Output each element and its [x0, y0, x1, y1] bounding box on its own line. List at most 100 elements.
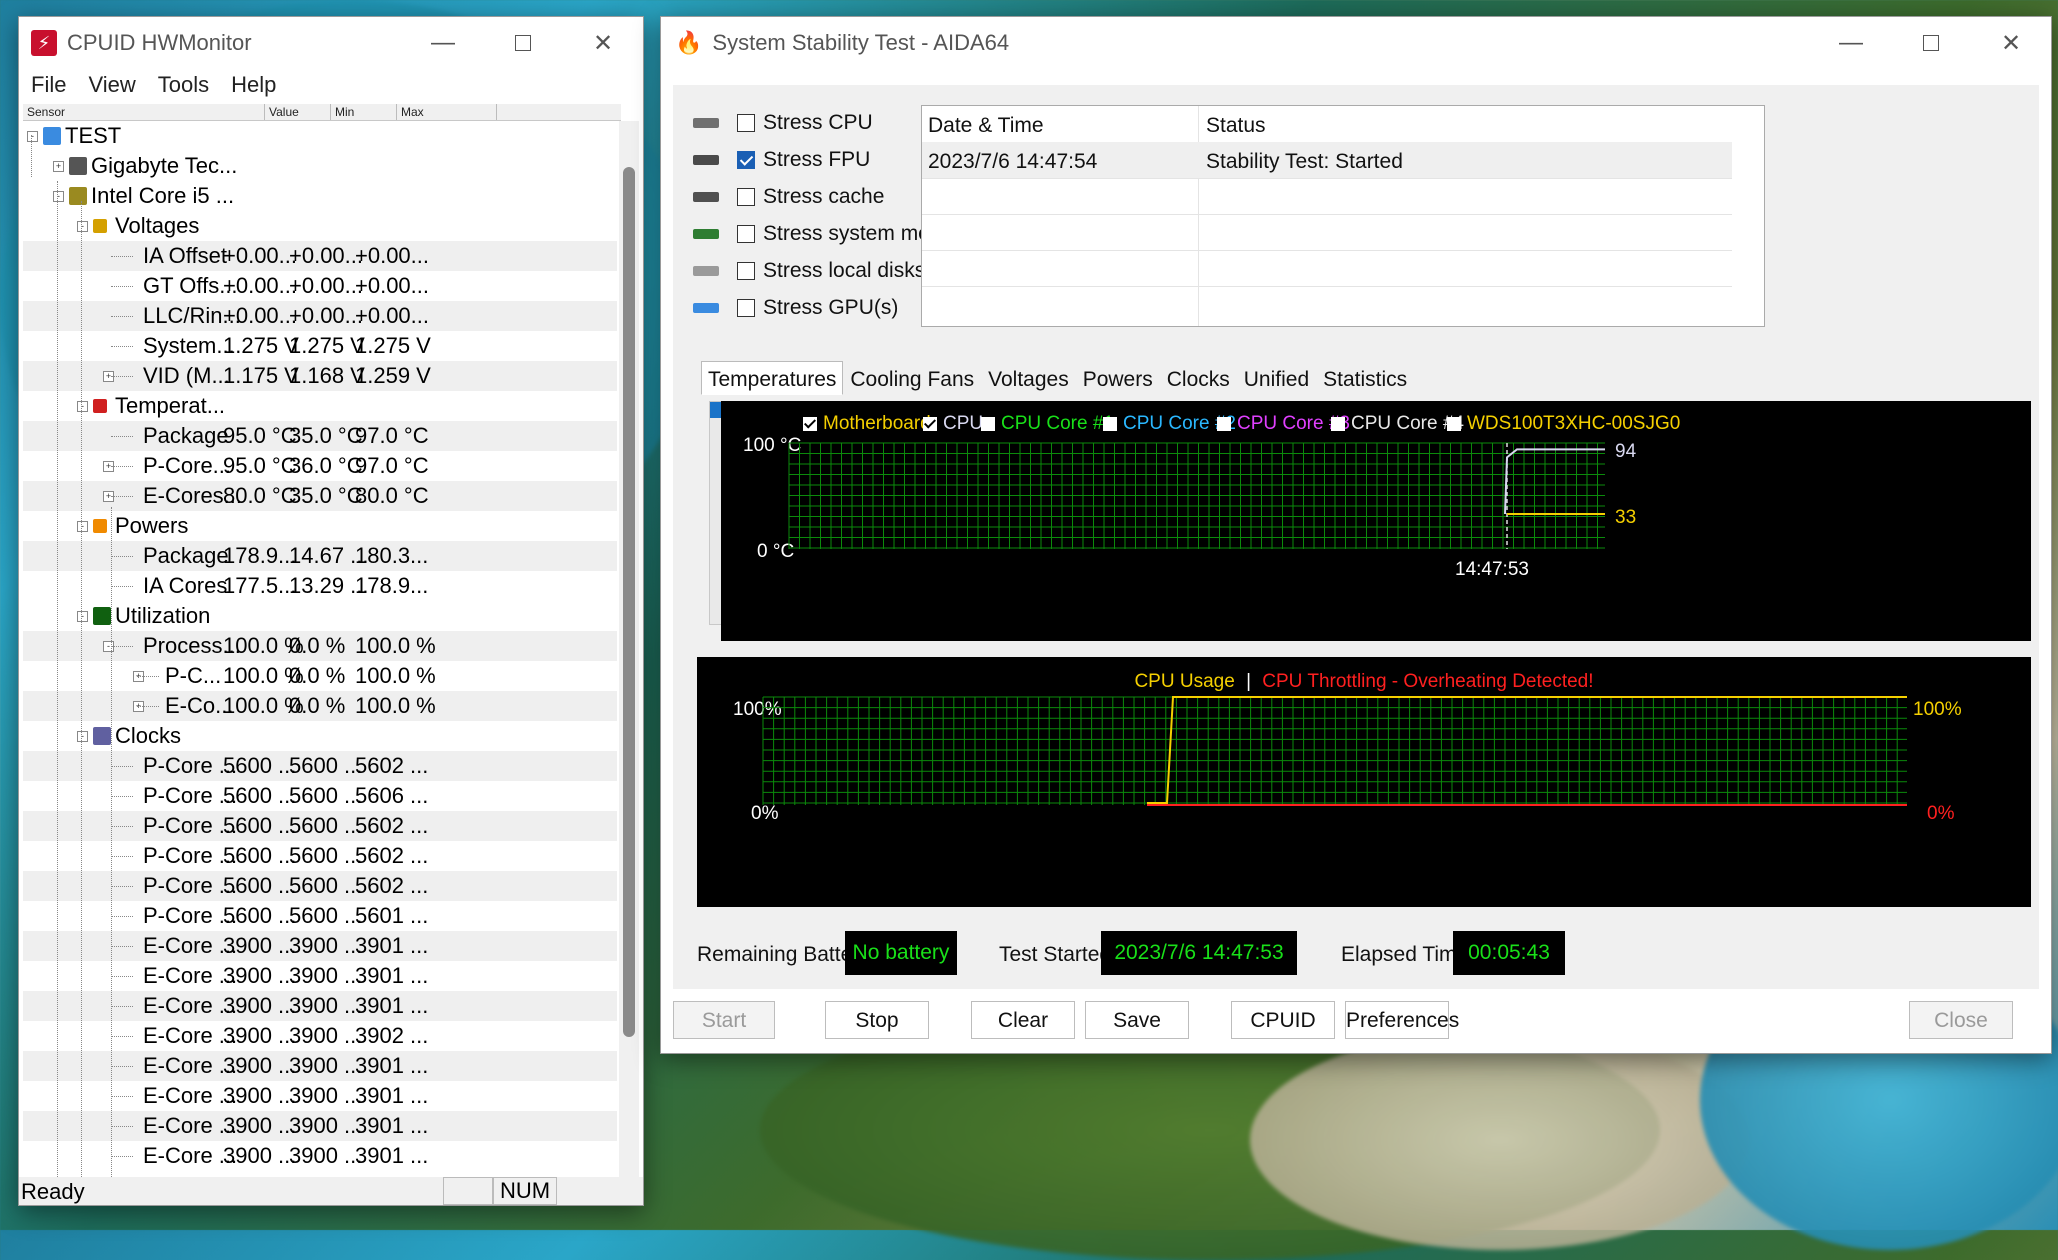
aida64-titlebar[interactable]: 🔥 System Stability Test - AIDA64 — ✕ — [661, 17, 2051, 69]
sensor-row[interactable]: IA Cores 177.5... 13.29 ... 178.9... — [23, 571, 617, 601]
tree-node[interactable]: - Intel Core i5 ... — [23, 181, 617, 211]
sensor-row[interactable]: Package 95.0 °C 35.0 °C 97.0 °C — [23, 421, 617, 451]
header-date-time[interactable]: Date & Time — [928, 114, 1044, 138]
stress-checkbox[interactable] — [737, 114, 755, 132]
tree-node[interactable]: - Clocks — [23, 721, 617, 751]
sensor-max: +0.00... — [355, 303, 430, 328]
tab-unified[interactable]: Unified — [1237, 361, 1316, 395]
hwmonitor-titlebar[interactable]: ⚡ CPUID HWMonitor — ✕ — [19, 17, 643, 69]
sensor-row[interactable]: + P-Core... 95.0 °C 36.0 °C 97.0 °C — [23, 451, 617, 481]
sensor-label: Package — [143, 423, 229, 448]
tree-node[interactable]: - Powers — [23, 511, 617, 541]
sensor-row[interactable]: E-Core ... 3900 ... 3900 ... 3901 ... — [23, 991, 617, 1021]
header-status[interactable]: Status — [1206, 114, 1266, 138]
aida-minimize-button[interactable]: — — [1811, 17, 1891, 69]
maximize-button[interactable] — [483, 17, 563, 69]
tree-node[interactable]: - Temperat... — [23, 391, 617, 421]
sensor-row[interactable]: + P-C... 100.0 % 0.0 % 100.0 % — [23, 661, 617, 691]
stress-checkbox[interactable] — [737, 225, 755, 243]
scrollbar-thumb[interactable] — [623, 167, 635, 1037]
sensor-row[interactable]: P-Core ... 5600 ... 5600 ... 5606 ... — [23, 781, 617, 811]
stress-checkbox[interactable] — [737, 262, 755, 280]
sensor-row[interactable]: E-Core ... 3900 ... 3900 ... 3901 ... — [23, 1141, 617, 1171]
row-status: Stability Test: Started — [1206, 150, 1403, 173]
sensor-row[interactable]: - Process... 100.0 % 0.0 % 100.0 % — [23, 631, 617, 661]
tree-connector — [111, 856, 133, 857]
tree-node[interactable]: - Voltages — [23, 211, 617, 241]
tab-statistics[interactable]: Statistics — [1316, 361, 1414, 395]
sensor-row[interactable]: System... 1.275 V 1.275 V 1.275 V — [23, 331, 617, 361]
collapse-icon[interactable]: - — [27, 131, 38, 142]
sensor-row[interactable]: LLC/Rin... +0.00... +0.00... +0.00... — [23, 301, 617, 331]
column-sensor[interactable]: Sensor — [23, 104, 265, 120]
menu-tools[interactable]: Tools — [158, 72, 209, 98]
column-max[interactable]: Max — [397, 104, 497, 120]
stress-option[interactable]: Stress GPU(s) — [693, 290, 898, 326]
sensor-row[interactable]: E-Core ... 3900 ... 3900 ... 3901 ... — [23, 1051, 617, 1081]
sensor-row[interactable]: GT Offs... +0.00... +0.00... +0.00... — [23, 271, 617, 301]
elapsed-time-value: 00:05:43 — [1453, 931, 1565, 975]
collapse-icon[interactable]: - — [77, 401, 88, 412]
tab-voltages[interactable]: Voltages — [981, 361, 1076, 395]
sensor-row[interactable]: E-Core ... 3900 ... 3900 ... 3901 ... — [23, 931, 617, 961]
sensor-row[interactable]: P-Core ... 5600 ... 5600 ... 5602 ... — [23, 841, 617, 871]
sensor-max: 5602 ... — [355, 873, 429, 898]
menu-file[interactable]: File — [31, 72, 66, 98]
collapse-icon[interactable]: - — [77, 521, 88, 532]
sensor-scrollbar[interactable] — [619, 121, 639, 1189]
sensor-row[interactable]: + E-Cores... 80.0 °C 35.0 °C 80.0 °C — [23, 481, 617, 511]
sensor-row[interactable]: E-Core ... 3900 ... 3900 ... 3902 ... — [23, 1021, 617, 1051]
sensor-row[interactable]: + VID (M... 1.175 V 1.168 V 1.259 V — [23, 361, 617, 391]
tab-cooling-fans[interactable]: Cooling Fans — [843, 361, 981, 395]
close-dialog-button[interactable]: Close — [1909, 1001, 2013, 1039]
collapse-icon[interactable]: - — [77, 611, 88, 622]
sensor-value: 3900 ... — [223, 1053, 297, 1078]
tab-powers[interactable]: Powers — [1076, 361, 1160, 395]
tree-connector — [111, 1066, 133, 1067]
stress-option[interactable]: Stress FPU — [693, 142, 870, 178]
column-min[interactable]: Min — [331, 104, 397, 120]
tree-connector — [111, 256, 133, 257]
clear-button[interactable]: Clear — [971, 1001, 1075, 1039]
sensor-min: 3900 ... — [289, 1053, 363, 1078]
sensor-row[interactable]: + E-Co... 100.0 % 0.0 % 100.0 % — [23, 691, 617, 721]
sensor-row[interactable]: P-Core ... 5600 ... 5600 ... 5602 ... — [23, 871, 617, 901]
preferences-button[interactable]: Preferences — [1345, 1001, 1459, 1039]
collapse-icon[interactable]: - — [77, 221, 88, 232]
menu-help[interactable]: Help — [231, 72, 276, 98]
tree-node[interactable]: - TEST — [23, 121, 617, 151]
expand-icon[interactable]: + — [53, 161, 64, 172]
tree-node[interactable]: + Gigabyte Tec... — [23, 151, 617, 181]
aida-maximize-button[interactable] — [1891, 17, 1971, 69]
sensor-row[interactable]: E-Core ... 3900 ... 3900 ... 3901 ... — [23, 1081, 617, 1111]
stress-checkbox[interactable] — [737, 299, 755, 317]
column-value[interactable]: Value — [265, 104, 331, 120]
start-button[interactable]: Start — [673, 1001, 775, 1039]
sensor-min: 5600 ... — [289, 753, 363, 778]
menu-view[interactable]: View — [88, 72, 135, 98]
sensor-row[interactable]: P-Core ... 5600 ... 5600 ... 5602 ... — [23, 751, 617, 781]
collapse-icon[interactable]: - — [53, 191, 64, 202]
sensor-row[interactable]: IA Offset +0.00... +0.00... +0.00... — [23, 241, 617, 271]
close-button[interactable]: ✕ — [563, 17, 643, 69]
tab-temperatures[interactable]: Temperatures — [701, 361, 844, 395]
stress-checkbox[interactable] — [737, 188, 755, 206]
aida-close-button[interactable]: ✕ — [1971, 17, 2051, 69]
collapse-icon[interactable]: - — [77, 731, 88, 742]
stress-option[interactable]: Stress CPU — [693, 105, 873, 141]
sensor-row[interactable]: P-Core ... 5600 ... 5600 ... 5602 ... — [23, 811, 617, 841]
sensor-row[interactable]: Package 178.9... 14.67 ... 180.3... — [23, 541, 617, 571]
sensor-row[interactable]: E-Core ... 3900 ... 3900 ... 3901 ... — [23, 1111, 617, 1141]
status-table-row[interactable]: 2023/7/6 14:47:54 Stability Test: Starte… — [922, 142, 1732, 179]
stress-option[interactable]: Stress cache — [693, 179, 884, 215]
cpuid-button[interactable]: CPUID — [1231, 1001, 1335, 1039]
stress-option[interactable]: Stress local disks — [693, 253, 925, 289]
tree-node[interactable]: - Utilization — [23, 601, 617, 631]
tab-clocks[interactable]: Clocks — [1160, 361, 1237, 395]
stress-checkbox[interactable] — [737, 151, 755, 169]
sensor-row[interactable]: P-Core ... 5600 ... 5600 ... 5601 ... — [23, 901, 617, 931]
minimize-button[interactable]: — — [403, 17, 483, 69]
stop-button[interactable]: Stop — [825, 1001, 929, 1039]
save-button[interactable]: Save — [1085, 1001, 1189, 1039]
sensor-row[interactable]: E-Core ... 3900 ... 3900 ... 3901 ... — [23, 961, 617, 991]
